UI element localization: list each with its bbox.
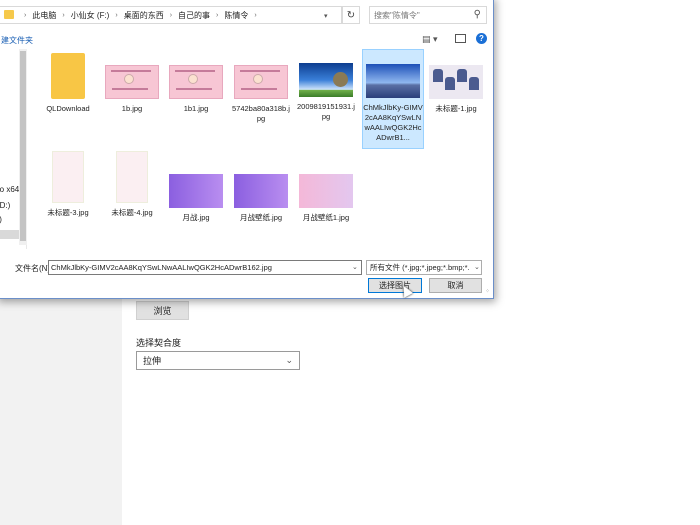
breadcrumb-item[interactable]: 桌面的东西 (124, 10, 164, 21)
command-bar: 建文件夹 ▤ ▾ ? (0, 32, 493, 48)
file-item[interactable]: 月战壁纸.jpg (230, 174, 292, 223)
resize-grip-icon[interactable]: ⁘ (485, 288, 490, 295)
image-thumbnail (169, 65, 223, 99)
view-options-button[interactable]: ▤ ▾ (422, 34, 438, 45)
file-name: 2009819151931.jpg (297, 102, 355, 121)
search-input[interactable]: 搜索"陈情令" ⚲ (369, 6, 487, 24)
preview-pane-icon[interactable] (455, 34, 466, 43)
chevron-right-icon: › (62, 11, 65, 19)
file-open-dialog: › 此电脑 › 小仙女 (F:) › 桌面的东西 › 自己的事 › 陈情令 › … (0, 0, 494, 299)
nav-item[interactable]: ro x64 (0, 185, 19, 194)
breadcrumb-item[interactable]: 自己的事 (178, 10, 210, 21)
image-thumbnail (366, 64, 420, 98)
file-name: 1b1.jpg (183, 104, 209, 113)
file-name: 未标题-3.jpg (47, 208, 89, 217)
file-item[interactable]: 5742ba80a318b.jpg (230, 65, 292, 124)
breadcrumb-item[interactable]: 陈情令 (224, 10, 248, 21)
browse-button[interactable]: 浏览 (136, 301, 189, 320)
navigation-pane: ro x64 (D:) :) ) (0, 49, 27, 249)
image-thumbnail (429, 65, 483, 99)
file-item[interactable]: 未标题-3.jpg (37, 151, 99, 218)
refresh-icon: ↻ (346, 9, 356, 21)
file-item[interactable]: 1b.jpg (101, 65, 163, 114)
scrollbar-thumb[interactable] (20, 51, 26, 241)
breadcrumb: › 此电脑 › 小仙女 (F:) › 桌面的东西 › 自己的事 › 陈情令 › (18, 7, 263, 23)
nav-item[interactable]: :) (0, 215, 2, 224)
fit-dropdown-value: 拉伸 (143, 356, 162, 366)
chevron-right-icon: › (216, 11, 219, 19)
file-item[interactable]: 未标题-4.jpg (101, 151, 163, 218)
file-item[interactable]: 月战壁纸1.jpg (295, 174, 357, 223)
image-thumbnail (52, 151, 84, 203)
image-thumbnail (234, 174, 288, 208)
fit-dropdown[interactable]: 拉伸 ⌄ (136, 351, 300, 370)
chevron-right-icon: › (254, 11, 257, 19)
file-name: 5742ba80a318b.jpg (232, 104, 290, 123)
image-thumbnail (299, 174, 353, 208)
chevron-right-icon: › (24, 11, 27, 19)
folder-icon (4, 10, 14, 19)
refresh-button[interactable]: ↻ (342, 6, 360, 24)
file-item-selected[interactable]: ChMkJlbKy-GIMV2cAA8KqYSwLNwAALIwQGK2HcAD… (362, 49, 424, 149)
file-name: ChMkJlbKy-GIMV2cAA8KqYSwLNwAALIwQGK2HcAD… (363, 103, 423, 142)
address-bar[interactable]: › 此电脑 › 小仙女 (F:) › 桌面的东西 › 自己的事 › 陈情令 › … (0, 6, 342, 24)
cancel-button[interactable]: 取消 (429, 278, 482, 293)
file-name: QLDownload (46, 104, 90, 113)
fit-label: 选择契合度 (136, 338, 182, 348)
chevron-right-icon: › (169, 11, 173, 19)
nav-item[interactable]: ) (0, 230, 19, 239)
image-thumbnail (116, 151, 148, 203)
file-name: 1b.jpg (121, 104, 143, 113)
image-thumbnail (169, 174, 223, 208)
file-item[interactable]: 2009819151931.jpg (295, 63, 357, 122)
file-name: 月战壁纸.jpg (239, 213, 283, 222)
file-item[interactable]: 1b1.jpg (165, 65, 227, 114)
breadcrumb-item[interactable]: 小仙女 (F:) (71, 10, 110, 21)
nav-scrollbar[interactable] (19, 49, 27, 245)
file-name: 未标题-4.jpg (111, 208, 153, 217)
new-folder-button[interactable]: 建文件夹 (1, 35, 33, 46)
file-name: 月战.jpg (182, 213, 210, 222)
help-icon[interactable]: ? (476, 33, 487, 44)
image-thumbnail (105, 65, 159, 99)
folder-icon (51, 53, 85, 99)
chevron-down-icon[interactable]: ⌄ (474, 263, 480, 271)
chevron-right-icon: › (115, 11, 118, 19)
breadcrumb-item[interactable]: 此电脑 (32, 10, 56, 21)
image-thumbnail (299, 63, 353, 97)
file-name: 月战壁纸1.jpg (302, 213, 350, 222)
file-list: QLDownload 1b.jpg 1b1.jpg 5742ba80a318b.… (31, 49, 493, 249)
nav-item[interactable]: (D:) (0, 201, 10, 210)
search-placeholder: 搜索"陈情令" (374, 10, 420, 20)
image-thumbnail (234, 65, 288, 99)
filename-label: 文件名(N): (15, 264, 53, 273)
file-name: 未标题-1.jpg (435, 104, 477, 113)
file-item[interactable]: 未标题-1.jpg (425, 65, 487, 114)
chevron-down-icon[interactable]: ⌄ (352, 263, 358, 271)
chevron-down-icon[interactable]: ▾ (324, 12, 328, 20)
file-item[interactable]: QLDownload (37, 53, 99, 114)
filename-input[interactable]: ChMkJlbKy-GIMV2cAA8KqYSwLNwAALIwQGK2HcAD… (48, 260, 362, 275)
filetype-dropdown[interactable]: 所有文件 (*.jpg;*.jpeg;*.bmp;*. (366, 260, 482, 275)
search-icon: ⚲ (473, 9, 481, 20)
select-image-button[interactable]: 选择图片 (368, 278, 422, 293)
chevron-down-icon: ⌄ (285, 355, 293, 365)
file-item[interactable]: 月战.jpg (165, 174, 227, 223)
